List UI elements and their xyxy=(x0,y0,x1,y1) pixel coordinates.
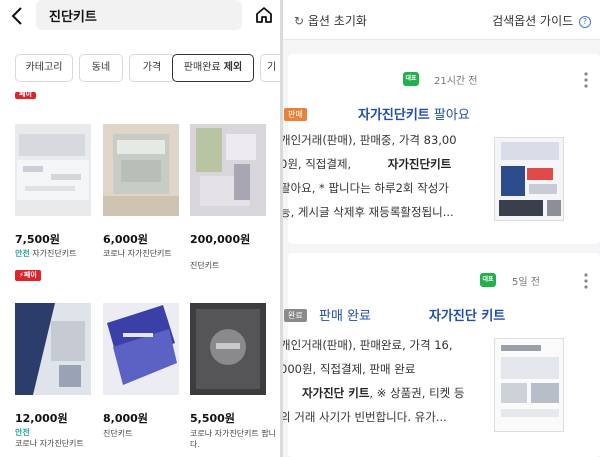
search-guide-label: 검색옵션 가이드 xyxy=(492,14,574,28)
product-name: 진단키트 xyxy=(190,261,220,270)
more-options-icon[interactable] xyxy=(584,273,588,289)
post-time: 5일 전 xyxy=(512,277,540,288)
product-image[interactable] xyxy=(15,124,91,216)
product-name: 진단키트 xyxy=(103,429,133,438)
desc-line: 개인거래(판매), 판매완료, 가격 16, xyxy=(283,338,453,352)
desc-line: 000원, 직접결제, 판매 완료 xyxy=(283,362,416,376)
status-tag: 판매 xyxy=(284,108,307,121)
search-input[interactable]: 진단키트 xyxy=(36,0,242,30)
pay-badge-label: 페이 xyxy=(23,271,37,279)
desc-keyword: 자가진단 키트 xyxy=(301,386,370,400)
product-name: 자가진단키트 xyxy=(32,249,77,258)
product-title: 안전 코로나 자가진단키트 xyxy=(15,427,105,449)
product-name: 코로나 자가진단키트 xyxy=(103,249,172,258)
marketplace-search-panel: 진단키트 카테고리 동네 가격 판매완료 제외 기 페이 7,500원 안전 자… xyxy=(0,0,280,457)
result-thumbnail[interactable] xyxy=(494,137,564,221)
search-query: 진단키트 xyxy=(49,10,97,25)
desc-line: 0원, 직접결제, 자가진단키트 xyxy=(283,152,496,176)
product-image[interactable] xyxy=(103,303,179,395)
split-screenshot: 진단키트 카테고리 동네 가격 판매완료 제외 기 페이 7,500원 안전 자… xyxy=(0,0,600,457)
result-title-rest: 판매 완료 xyxy=(319,309,371,324)
result-title-keyword: 자가진단 키트 xyxy=(428,309,506,324)
search-header: 진단키트 xyxy=(0,0,280,40)
desc-line: 개인거래(판매), 판매중, 가격 83,00 xyxy=(283,133,457,147)
product-name: 코로나 자가진단키트 팝니다. xyxy=(190,429,277,449)
desc-line: 팔아요, * 팝니다는 하루2회 작성가 xyxy=(283,181,449,195)
status-tag: 완료 xyxy=(284,309,307,322)
result-title[interactable]: 판매 완료 자가진단 키트 xyxy=(319,305,559,324)
product-image[interactable] xyxy=(103,124,179,216)
desc-text: 0원, 직접결제, xyxy=(283,157,352,171)
desc-keyword: 자가진단키트 xyxy=(387,157,452,171)
product-price: 7,500원 xyxy=(15,233,60,246)
safe-pay-label: 안전 xyxy=(15,428,30,437)
filter-price[interactable]: 가격 xyxy=(129,54,175,82)
filter-exclude-sold[interactable]: 판매완료 제외 xyxy=(172,54,254,82)
result-title-rest: 팔아요 xyxy=(429,108,470,123)
back-arrow-icon[interactable] xyxy=(8,5,28,27)
product-price: 8,000원 xyxy=(103,412,148,425)
safe-pay-label: 안전 xyxy=(15,249,30,258)
search-guide-link[interactable]: 검색옵션 가이드 ? xyxy=(492,12,591,29)
product-price: 5,500원 xyxy=(190,412,235,425)
reset-options-label: 옵션 초기화 xyxy=(307,14,367,28)
filter-exclude-sold-bold: 제외 xyxy=(223,62,243,73)
product-price: 200,000원 xyxy=(190,233,251,246)
result-description: 개인거래(판매), 판매완료, 가격 16, 000원, 직접결제, 판매 완료… xyxy=(283,333,496,429)
filter-more[interactable]: 기 xyxy=(260,54,280,82)
representative-badge: 대표 xyxy=(480,273,496,287)
desc-text: , ※ 상품권, 티켓 등 xyxy=(369,386,465,400)
home-icon[interactable] xyxy=(254,5,274,25)
post-time: 21시간 전 xyxy=(434,76,478,87)
product-price: 6,000원 xyxy=(103,233,148,246)
search-options-bar: ↻ 옵션 초기화 검색옵션 가이드 ? xyxy=(283,0,600,40)
pay-badge-partial: 페이 xyxy=(15,92,36,99)
product-image[interactable] xyxy=(15,303,91,395)
filter-exclude-sold-label: 판매완료 xyxy=(183,62,221,73)
filter-neighborhood[interactable]: 동네 xyxy=(79,54,123,82)
pay-badge: ⚡페이 xyxy=(15,270,41,281)
result-title[interactable]: 자가진단키트 팔아요 xyxy=(358,104,470,123)
filter-category[interactable]: 카테고리 xyxy=(15,54,73,82)
representative-badge: 대표 xyxy=(403,72,419,86)
more-options-icon[interactable] xyxy=(584,72,588,88)
product-title: 안전 자가진단키트 xyxy=(15,248,99,259)
product-image[interactable] xyxy=(190,303,266,395)
search-results-panel: ↻ 옵션 초기화 검색옵션 가이드 ? 대표 21시간 전 판매 자가진단키트 … xyxy=(283,0,600,457)
result-thumbnail[interactable] xyxy=(494,338,564,432)
refresh-icon: ↻ xyxy=(294,14,305,28)
desc-line: 능, 게시글 삭제후 재등록활정됩니... xyxy=(283,205,454,219)
result-card[interactable]: 대표 21시간 전 판매 자가진단키트 팔아요 개인거래(판매), 판매중, 가… xyxy=(283,54,600,244)
product-image[interactable] xyxy=(190,124,266,216)
desc-line: 자가진단 키트, ※ 상품권, 티켓 등 xyxy=(283,381,496,405)
product-name: 코로나 자가진단키트 xyxy=(15,439,84,448)
desc-line: 의 거래 사기가 빈번합니다. 유가... xyxy=(283,410,447,424)
help-icon: ? xyxy=(579,16,591,28)
reset-options-button[interactable]: ↻ 옵션 초기화 xyxy=(294,12,367,29)
product-price: 12,000원 xyxy=(15,412,68,425)
result-card[interactable]: 대표 5일 전 완료 판매 완료 자가진단 키트 개인거래(판매), 판매완료, … xyxy=(283,253,600,457)
result-description: 개인거래(판매), 판매중, 가격 83,00 0원, 직접결제, 자가진단키트… xyxy=(283,128,496,224)
result-title-keyword: 자가진단키트 xyxy=(358,108,430,123)
